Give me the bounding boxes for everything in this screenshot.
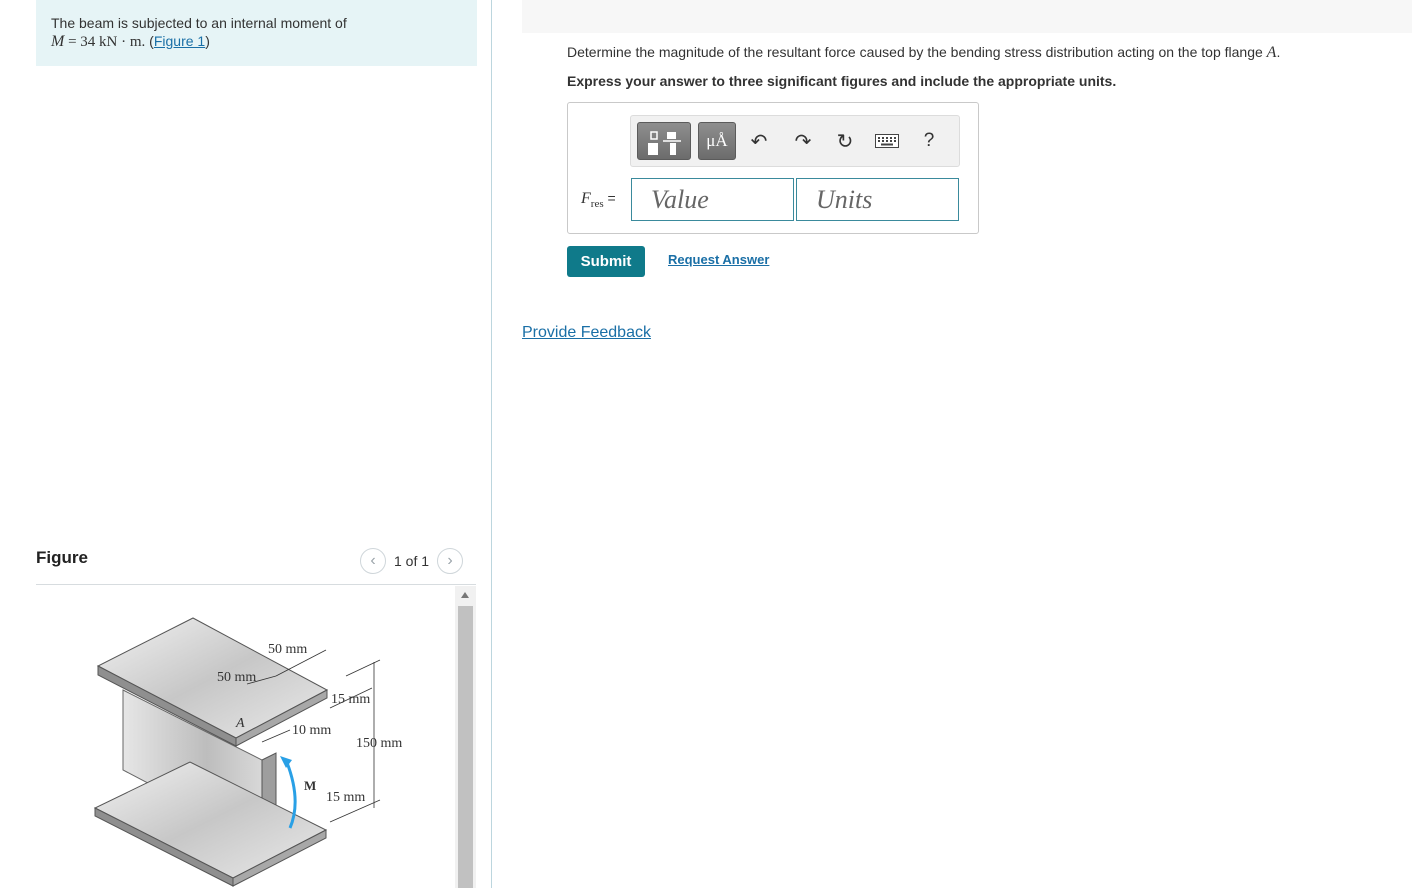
- paren-close: ): [205, 33, 210, 49]
- provide-feedback-link[interactable]: Provide Feedback: [522, 324, 651, 342]
- value-input[interactable]: [631, 178, 794, 221]
- answer-label-main: F: [581, 190, 591, 207]
- chevron-left-icon: ‹: [370, 552, 376, 569]
- figure-scrollbar[interactable]: [455, 586, 476, 888]
- request-answer-link[interactable]: Request Answer: [668, 252, 769, 267]
- dim-top-left: 50 mm: [217, 670, 256, 685]
- dim-flange-top: 15 mm: [331, 692, 370, 707]
- question-body: Determine the magnitude of the resultant…: [567, 44, 1267, 60]
- figure-separator: [36, 584, 476, 585]
- panel-divider: [491, 0, 492, 888]
- moment-label: M: [304, 778, 316, 793]
- next-figure-button[interactable]: ›: [437, 548, 464, 574]
- problem-statement: The beam is subjected to an internal mom…: [36, 0, 477, 66]
- figure-pager: ‹ 1 of 1 ›: [360, 548, 464, 574]
- dim-top-width: 50 mm: [268, 642, 307, 657]
- undo-icon: ↶: [750, 130, 768, 153]
- undo-button[interactable]: ↶: [746, 128, 772, 154]
- figure-link[interactable]: Figure 1: [154, 33, 205, 49]
- i-beam-drawing: 50 mm 50 mm 15 mm 10 mm 150 mm 15 mm A M: [93, 617, 402, 887]
- keyboard-icon: [875, 134, 899, 148]
- answer-label-equals: =: [603, 190, 616, 206]
- paren-open: (: [145, 33, 154, 49]
- point-a-label: A: [235, 716, 245, 731]
- submit-button[interactable]: Submit: [567, 246, 645, 277]
- units-icon: μÅ: [706, 131, 728, 150]
- part-header-strip: [522, 0, 1412, 33]
- redo-icon: ↷: [794, 130, 812, 153]
- answer-instruction: Express your answer to three significant…: [567, 73, 1117, 89]
- redo-button[interactable]: ↷: [790, 128, 816, 154]
- moment-value-line: M = 34 kN · m. (Figure 1): [51, 32, 462, 51]
- templates-button[interactable]: [637, 122, 691, 160]
- reset-icon: ↻: [836, 130, 854, 153]
- units-input[interactable]: [796, 178, 959, 221]
- scroll-up-arrow-icon[interactable]: [461, 592, 469, 598]
- help-icon: ?: [923, 130, 935, 151]
- help-button[interactable]: ?: [916, 128, 942, 154]
- dim-height: 150 mm: [356, 736, 402, 751]
- scroll-thumb[interactable]: [458, 606, 473, 888]
- problem-text: The beam is subjected to an internal mom…: [51, 15, 347, 31]
- keyboard-button[interactable]: [874, 128, 900, 154]
- question-text: Determine the magnitude of the resultant…: [567, 44, 1280, 62]
- prev-figure-button[interactable]: ‹: [360, 548, 386, 574]
- flange-symbol: A: [1266, 44, 1277, 61]
- dim-web: 10 mm: [292, 723, 331, 738]
- question-period: .: [1276, 44, 1281, 60]
- moment-value: = 34 kN · m.: [64, 34, 146, 50]
- chevron-right-icon: ›: [447, 552, 453, 569]
- figure-page-count: 1 of 1: [394, 553, 430, 569]
- templates-icon: [648, 131, 681, 155]
- dim-flange-bottom: 15 mm: [326, 790, 365, 805]
- answer-label: Fres =: [581, 190, 616, 210]
- math-toolbar: μÅ ↶ ↷ ↻ ?: [630, 115, 960, 167]
- figure-title: Figure: [36, 548, 88, 567]
- moment-symbol: M: [51, 33, 65, 50]
- reset-button[interactable]: ↻: [832, 128, 858, 154]
- answer-label-sub: res: [590, 198, 604, 211]
- figure-image: 50 mm 50 mm 15 mm 10 mm 150 mm 15 mm A M: [36, 586, 454, 888]
- units-button[interactable]: μÅ: [698, 122, 736, 160]
